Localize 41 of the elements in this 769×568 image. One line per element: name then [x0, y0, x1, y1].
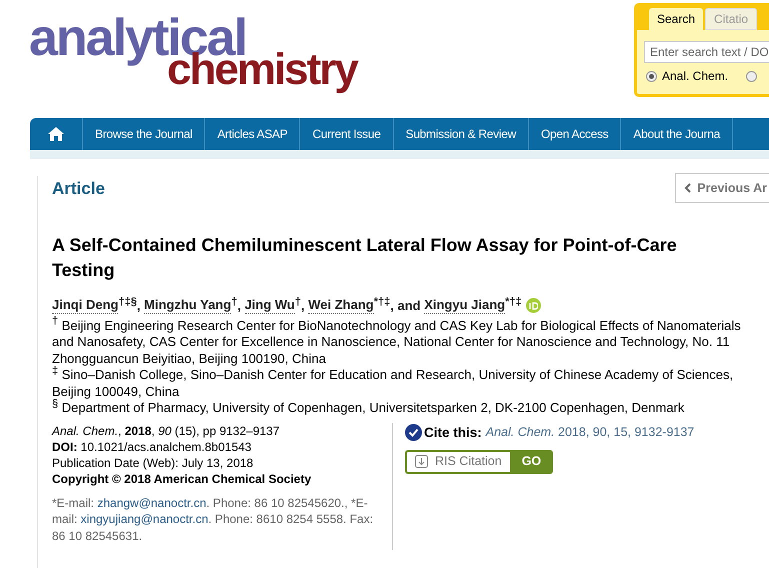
section-label: Article — [52, 178, 105, 200]
author-separator: , and — [390, 297, 422, 315]
author-separator: , — [237, 297, 242, 315]
ris-citation-select[interactable]: RIS Citation — [405, 450, 510, 474]
author-link[interactable]: Wei Zhang — [308, 297, 374, 314]
author-link[interactable]: Xingyu Jiang — [424, 297, 506, 314]
go-button[interactable]: GO — [510, 450, 554, 474]
author-separator: , — [301, 297, 306, 315]
email-link[interactable]: xingyujiang@nanoctr.cn — [80, 512, 208, 526]
radio-button[interactable] — [746, 70, 758, 82]
article-title: A Self-Contained Chemiluminescent Lateral Flow Assay for Point-of-Care Testing — [52, 234, 678, 282]
author-separator: , — [136, 297, 142, 315]
citation-link[interactable]: Anal. Chem. 2018, 90, 15, 9132-9137 — [486, 423, 694, 442]
publication-info: DOI: 10.1021/acs.analchem.8b01543 — [52, 438, 252, 454]
cite-label: Cite this: — [424, 424, 482, 442]
radio-label: Anal. Chem. — [662, 68, 728, 85]
copyright-text: Copyright © 2018 American Chemical Society — [52, 470, 312, 486]
download-icon — [415, 455, 428, 468]
author-link[interactable]: Jing Wu — [244, 297, 295, 314]
affiliation-marks: *†‡ — [505, 296, 522, 308]
author-link[interactable]: Jinqi Deng — [52, 297, 118, 314]
affiliation-text: $^{†}$ Beijing Engineering Research Center for BioNanotechnology and CAS Key Lab for Biological Effects of Nanomaterials and Nanosafety, CAS Center for Excellence in Nanoscience, National Center for Nanoscience and Technology, No. 11 Zhongguancun Beiyitiao, Beijing 100190, China — [52, 318, 742, 366]
publication-info: Publication Date (Web): July 13, 2018 — [52, 454, 254, 470]
author-link[interactable]: Mingzhu Yang — [144, 297, 232, 314]
affiliation-marks: *†‡ — [374, 296, 390, 308]
contact-info: *E-mail: zhangw@nanoctr.cn. Phone: 86 10 82545620., *E-mail: xingyujiang@nanoctr.cn. Phone: 8610 8254 5558. Fax: 86 10 82545631. — [52, 494, 374, 544]
email-link[interactable]: zhangw@nanoctr.cn — [97, 496, 206, 510]
publication-info: Anal. Chem., 2018, 90 (15), pp 9132–9137 — [52, 422, 281, 438]
affiliation-marks: †‡§ — [118, 296, 137, 308]
search-tab[interactable]: Search — [649, 8, 704, 30]
home-icon — [47, 126, 65, 142]
affiliation-marks: † — [231, 296, 238, 308]
search-field[interactable]: Enter search text / DO — [644, 41, 769, 63]
previous-article-button[interactable]: Previous Ar — [675, 173, 769, 203]
affiliation-marks: † — [294, 296, 301, 308]
journal-logo[interactable]: analytical chemistry — [29, 12, 357, 118]
radio-button[interactable] — [646, 70, 657, 82]
affiliation-text: $^{§}$ Department of Pharmacy, University of Copenhagen, Universitetsparken 2, DK-2100 Copenhagen, Denmark — [52, 400, 686, 416]
affiliation-text: $^{‡}$ Sino–Danish College, Sino–Danish Center for Education and Research, University of Chinese Academy of Sciences, Beijing 100049, China — [52, 367, 734, 399]
chevron-left-icon — [684, 183, 692, 193]
check-circle-icon — [405, 424, 422, 442]
